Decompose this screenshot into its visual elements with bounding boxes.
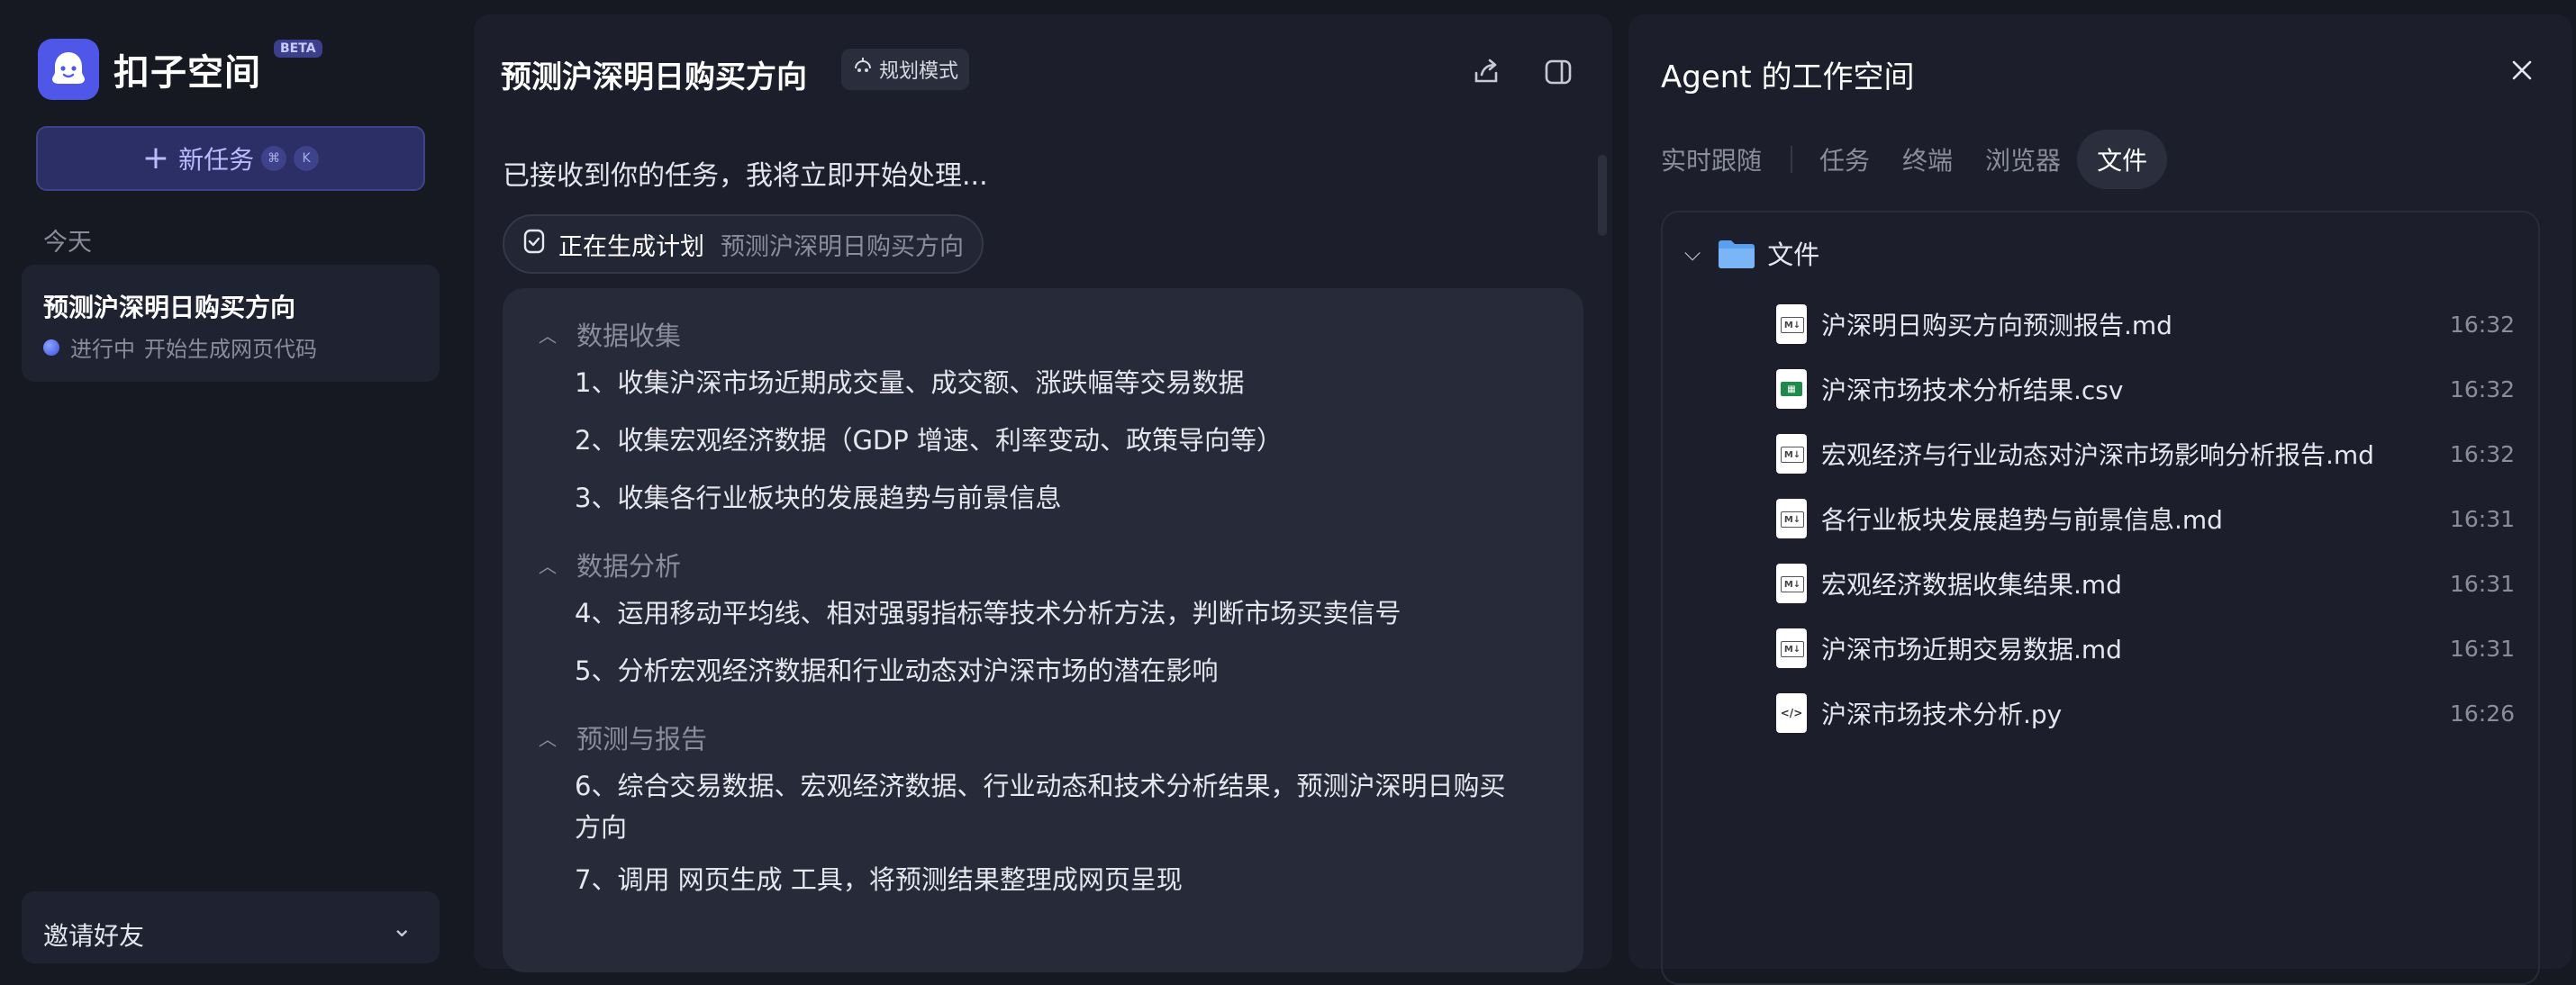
beta-badge: BETA [274,40,322,58]
spreadsheet-file-icon: ▦ [1776,369,1807,409]
invite-friends-button[interactable]: 邀请好友 ⌄ [22,891,440,963]
chevron-up-icon: ︿ [539,324,557,347]
markdown-file-icon: M↓ [1776,628,1807,668]
shortcut-key-cmd: ⌘ [261,146,287,171]
file-row[interactable]: M↓ 沪深市场近期交易数据.md 16:31 [1776,623,2515,673]
chat-panel: 预测沪深明日购买方向 规划模式 已接收到你的任务，我将立即开始处理... 正在生… [474,14,1612,972]
assistant-intro-text: 已接收到你的任务，我将立即开始处理... [503,160,988,192]
tab-browser[interactable]: 浏览器 [1969,130,2077,189]
markdown-file-icon: M↓ [1776,304,1807,344]
file-row[interactable]: </> 沪深市场技术分析.py 16:26 [1776,688,2515,738]
plan-step: 5、分析宏观经济数据和行业动态对沪深市场的潜在影响 [575,655,1219,686]
file-row[interactable]: M↓ 宏观经济数据收集结果.md 16:31 [1776,558,2515,609]
file-name: 宏观经济与行业动态对沪深市场影响分析报告.md [1821,440,2374,470]
pill-sub-text: 预测沪深明日购买方向 [721,232,964,261]
file-name: 沪深市场技术分析结果.csv [1821,375,2124,405]
plan-progress-pill[interactable]: 正在生成计划 预测沪深明日购买方向 [503,214,984,274]
invite-label: 邀请好友 [43,921,145,951]
file-time: 16:32 [2449,440,2515,467]
ghost-logo-icon [38,39,99,100]
scrollbar-thumb[interactable] [1598,155,1607,236]
file-name: 沪深明日购买方向预测报告.md [1821,311,2172,340]
close-icon [2512,60,2532,80]
plan-step: 3、收集各行业板块的发展趋势与前景信息 [575,483,1062,513]
history-item-status: 进行中 开始生成网页代码 [43,331,317,363]
workspace-tabs: 实时跟随 任务 终端 浏览器 文件 [1661,130,2168,189]
planning-mode-badge[interactable]: 规划模式 [841,49,970,90]
file-name: 各行业板块发展趋势与前景信息.md [1821,505,2223,535]
file-time: 16:32 [2449,311,2515,338]
tab-files[interactable]: 文件 [2077,130,2168,189]
markdown-file-icon: M↓ [1776,499,1807,538]
code-file-icon: </> [1776,693,1807,733]
folder-name: 文件 [1767,239,1820,270]
file-time: 16:26 [2449,700,2515,727]
status-text: 进行中 [70,337,135,362]
file-row[interactable]: M↓ 沪深明日购买方向预测报告.md 16:32 [1776,299,2515,349]
plan-step: 2、收集宏观经济数据（GDP 增速、利率变动、政策导向等） [575,425,1283,456]
plan-section-analyze[interactable]: ︿ 数据分析 [539,546,681,583]
plan-step: 6、综合交易数据、宏观经济数据、行业动态和技术分析结果，预测沪深明日购买方向 [575,771,1506,843]
toggle-panel-button[interactable] [1540,54,1576,90]
new-task-button[interactable]: + 新任务 ⌘ K [36,126,425,191]
plan-step: 4、运用移动平均线、相对强弱指标等技术分析方法，判断市场买卖信号 [575,598,1401,628]
tab-divider [1791,146,1793,173]
in-progress-dot-icon [43,339,59,356]
file-tree: ⌵ 文件 M↓ 沪深明日购买方向预测报告.md 16:32 ▦ 沪深市场技术分析… [1661,211,2540,985]
sidebar: 扣子空间 BETA + 新任务 ⌘ K 今天 预测沪深明日购买方向 进行中 开始… [0,0,459,963]
brand-name: 扣子空间 [113,52,261,94]
plan-section-label: 数据收集 [576,321,682,351]
markdown-file-icon: M↓ [1776,564,1807,603]
shortcut-key-k: K [294,146,320,171]
tab-tasks[interactable]: 任务 [1803,130,1886,189]
share-icon [1474,59,1498,83]
plan-card: ︿ 数据收集 1、收集沪深市场近期成交量、成交额、涨跌幅等交易数据 2、收集宏观… [503,288,1583,972]
plan-section-collect[interactable]: ︿ 数据收集 [539,315,681,353]
sidebar-toggle-icon [1545,59,1572,85]
share-button[interactable] [1468,54,1504,90]
file-name: 沪深市场近期交易数据.md [1821,635,2122,664]
file-time: 16:31 [2449,570,2515,597]
workspace-title: Agent 的工作空间 [1661,59,1915,95]
markdown-file-icon: M↓ [1776,434,1807,474]
plan-section-label: 数据分析 [576,551,682,582]
tab-terminal[interactable]: 终端 [1886,130,1969,189]
agent-workspace-panel: Agent 的工作空间 实时跟随 任务 终端 浏览器 文件 ⌵ 文件 M↓ 沪深… [1628,14,2572,985]
brand[interactable]: 扣子空间 BETA [38,38,322,101]
plan-step: 1、收集沪深市场近期成交量、成交额、涨跌幅等交易数据 [575,367,1245,398]
plan-section-report[interactable]: ︿ 预测与报告 [539,718,707,756]
new-task-label: 新任务 [178,145,255,175]
file-row[interactable]: ▦ 沪深市场技术分析结果.csv 16:32 [1776,364,2515,414]
close-button[interactable] [2504,52,2540,88]
folder-row[interactable]: ⌵ 文件 [1684,230,1819,276]
file-time: 16:32 [2449,375,2515,402]
history-item[interactable]: 预测沪深明日购买方向 进行中 开始生成网页代码 [22,265,440,382]
pill-main-text: 正在生成计划 [558,232,704,261]
chevron-up-icon: ︿ [539,555,557,577]
planning-mode-icon [852,56,874,83]
file-time: 16:31 [2449,635,2515,662]
history-item-title: 预测沪深明日购买方向 [43,293,296,322]
chat-title: 预测沪深明日购买方向 [501,59,807,95]
folder-icon [1717,238,1756,268]
chevron-up-icon: ︿ [539,727,557,750]
plan-section-label: 预测与报告 [576,724,708,755]
chevron-down-icon: ⌄ [391,913,413,943]
file-row[interactable]: M↓ 各行业板块发展趋势与前景信息.md 16:31 [1776,493,2515,544]
tab-live-follow[interactable]: 实时跟随 [1661,130,1778,189]
section-today-label: 今天 [43,229,92,257]
status-detail: 开始生成网页代码 [144,337,317,362]
file-time: 16:31 [2449,505,2515,532]
file-name: 沪深市场技术分析.py [1821,700,2063,729]
check-shield-icon [522,229,546,260]
mode-label: 规划模式 [879,60,959,83]
file-name: 宏观经济数据收集结果.md [1821,570,2122,600]
chevron-down-icon: ⌵ [1684,240,1701,266]
plus-icon: + [141,140,170,176]
plan-step: 7、调用 网页生成 工具，将预测结果整理成网页呈现 [575,864,1183,895]
file-row[interactable]: M↓ 宏观经济与行业动态对沪深市场影响分析报告.md 16:32 [1776,429,2515,479]
